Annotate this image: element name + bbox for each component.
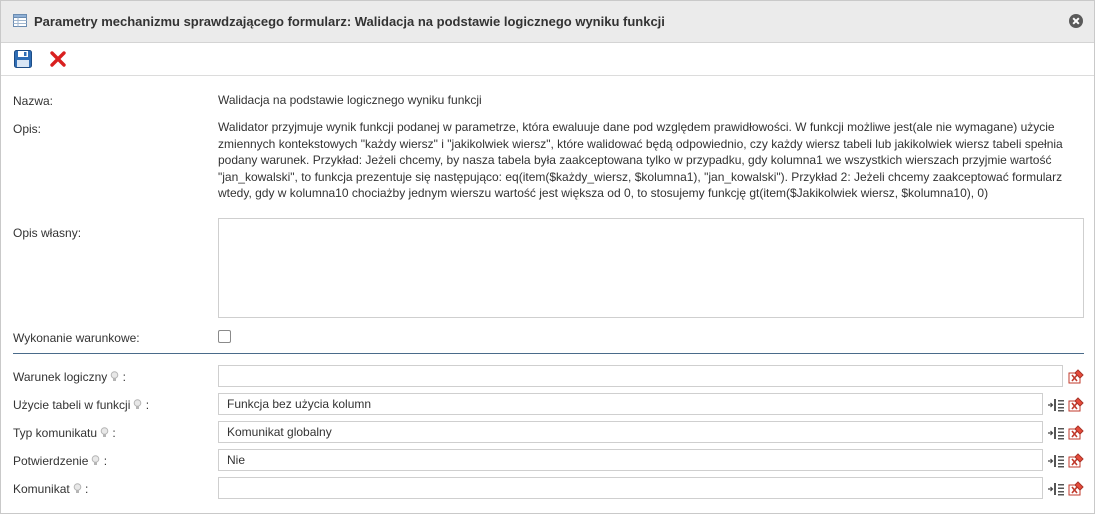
dialog-title: Parametry mechanizmu sprawdzającego form… — [34, 14, 665, 29]
logical-condition-label: Warunek logiczny : — [13, 370, 126, 384]
name-label: Nazwa: — [13, 94, 54, 108]
toolbar — [1, 43, 1094, 76]
description-value: Walidator przyjmuje wynik funkcji podane… — [218, 120, 1063, 200]
own-description-textarea[interactable] — [218, 218, 1084, 318]
insert-list-icon[interactable] — [1047, 481, 1065, 497]
lightbulb-icon — [110, 371, 119, 381]
table-icon — [13, 14, 27, 27]
dialog-titlebar: Parametry mechanizmu sprawdzającego form… — [1, 1, 1094, 43]
clear-field-icon[interactable] — [1068, 453, 1084, 469]
message-type-label: Typ komunikatu : — [13, 426, 116, 440]
confirmation-label: Potwierdzenie : — [13, 454, 108, 468]
table-usage-select[interactable]: Funkcja bez użycia kolumn — [218, 393, 1043, 415]
insert-list-icon[interactable] — [1047, 453, 1065, 469]
table-usage-label-text: Użycie tabeli w funkcji — [13, 398, 131, 412]
clear-field-icon[interactable] — [1068, 425, 1084, 441]
message-type-select[interactable]: Komunikat globalny — [218, 421, 1043, 443]
conditional-execution-checkbox[interactable] — [218, 330, 231, 343]
close-icon[interactable] — [1069, 14, 1083, 28]
confirmation-label-text: Potwierdzenie — [13, 454, 89, 468]
clear-field-icon[interactable] — [1068, 481, 1084, 497]
description-label: Opis: — [13, 122, 42, 136]
name-value: Walidacja na podstawie logicznego wyniku… — [218, 93, 482, 107]
cancel-button[interactable] — [48, 49, 68, 69]
insert-list-icon[interactable] — [1047, 425, 1065, 441]
logical-condition-input[interactable] — [218, 365, 1063, 387]
conditional-execution-label: Wykonanie warunkowe: — [13, 331, 140, 345]
message-label: Komunikat : — [13, 482, 89, 496]
lightbulb-icon — [73, 483, 82, 493]
lightbulb-icon — [100, 427, 109, 437]
message-input[interactable] — [218, 477, 1043, 499]
save-button[interactable] — [13, 49, 33, 69]
dialog: Parametry mechanizmu sprawdzającego form… — [0, 0, 1095, 514]
message-label-text: Komunikat — [13, 482, 70, 496]
own-description-label: Opis własny: — [13, 226, 82, 240]
clear-field-icon[interactable] — [1068, 369, 1084, 385]
logical-condition-label-text: Warunek logiczny — [13, 370, 108, 384]
clear-field-icon[interactable] — [1068, 397, 1084, 413]
insert-list-icon[interactable] — [1047, 397, 1065, 413]
section-divider — [13, 353, 1084, 354]
table-usage-label: Użycie tabeli w funkcji : — [13, 398, 150, 412]
confirmation-select[interactable]: Nie — [218, 449, 1043, 471]
message-type-label-text: Typ komunikatu — [13, 426, 98, 440]
